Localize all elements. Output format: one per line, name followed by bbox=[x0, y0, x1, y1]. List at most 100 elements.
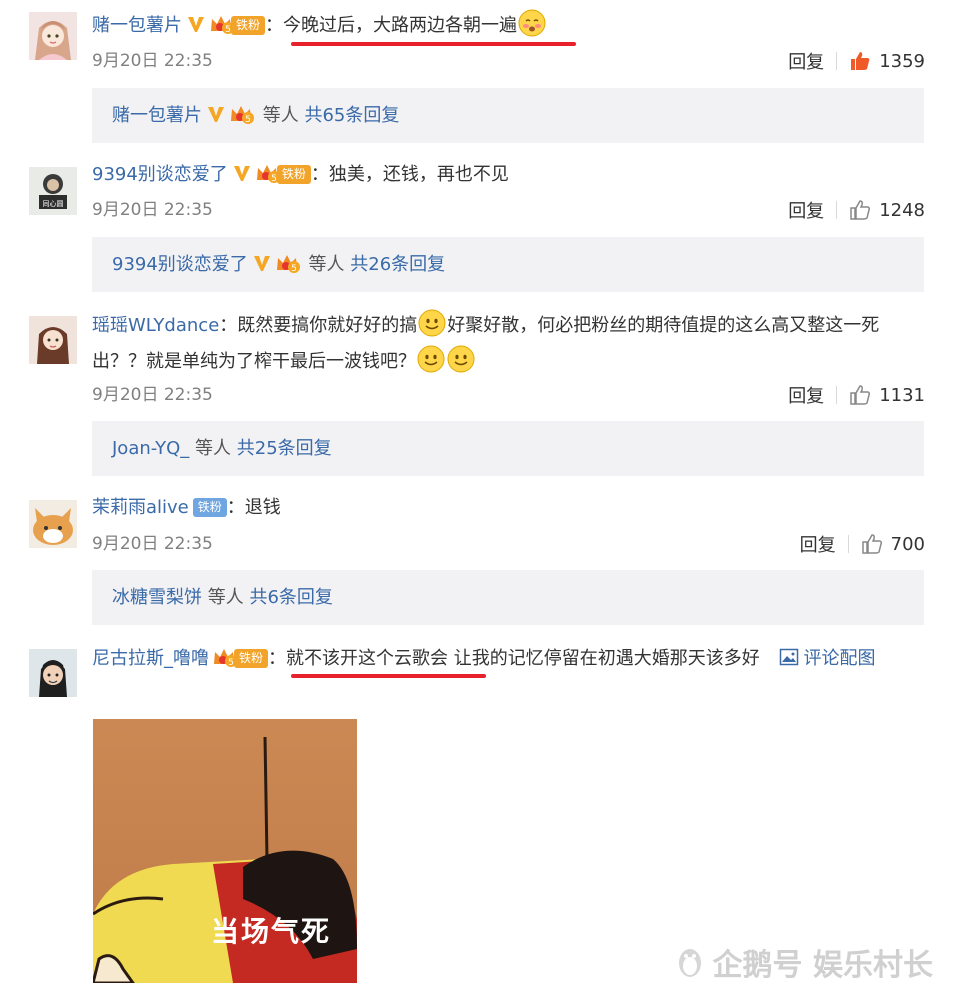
reply-button[interactable]: 回复 bbox=[800, 531, 836, 557]
comment-meta: 9月20日 22:35 回复 1248 bbox=[92, 195, 925, 225]
comment-actions: 回复 1248 bbox=[788, 195, 925, 225]
comment-body: 赌一包薯片 5 铁粉 ：今晚过后，大路两边各朝一遍 bbox=[92, 9, 915, 43]
watermark: 企鹅号 娱乐村长 bbox=[675, 940, 933, 984]
penguin-logo-icon bbox=[678, 949, 701, 977]
thumbs-up-icon bbox=[850, 200, 871, 220]
like-button[interactable]: 1131 bbox=[849, 384, 925, 406]
watermark-text: 企鹅号 娱乐村长 bbox=[712, 948, 933, 983]
comment-body: 茉莉雨alive 铁粉 ：退钱 bbox=[92, 491, 915, 525]
comment-actions: 回复 1359 bbox=[788, 46, 925, 76]
fan-level-badge: 5 铁粉 bbox=[209, 641, 269, 677]
fan-badge: 铁粉 bbox=[234, 649, 269, 668]
verified-v-icon bbox=[188, 17, 204, 32]
meme-caption: 当场气死 bbox=[211, 915, 332, 948]
image-icon bbox=[780, 648, 799, 666]
reply-count-link[interactable]: 共25条回复 bbox=[237, 438, 332, 459]
crown-level-icon: 5 bbox=[231, 106, 254, 125]
level-number: 5 bbox=[225, 25, 231, 35]
reply-count-link[interactable]: 共65条回复 bbox=[304, 105, 399, 126]
reply-button[interactable]: 回复 bbox=[788, 197, 824, 223]
comment-image-link[interactable]: 评论配图 bbox=[765, 648, 875, 669]
reply-button[interactable]: 回复 bbox=[788, 48, 824, 74]
thumbs-up-icon bbox=[861, 534, 882, 554]
comment-body: 瑶瑶WLYdance：既然要搞你就好好的搞 好聚好散，何必把粉丝的期待值提的这么高… bbox=[92, 308, 915, 380]
smile-emoji-icon bbox=[418, 309, 446, 337]
reply-suffix: 等人 bbox=[302, 254, 351, 275]
username-link[interactable]: 茉莉雨alive bbox=[92, 497, 189, 518]
avatar[interactable] bbox=[29, 12, 77, 60]
reply-suffix: 等人 bbox=[202, 587, 250, 608]
comment-time: 9月20日 22:35 bbox=[92, 200, 213, 220]
reply-suffix: 等人 bbox=[257, 105, 305, 126]
comment-time: 9月20日 22:35 bbox=[92, 385, 213, 405]
comment-actions: 回复 1131 bbox=[788, 380, 925, 410]
comment-text: ：退钱 bbox=[226, 497, 281, 518]
avatar[interactable] bbox=[29, 500, 77, 548]
smile-emoji-icon bbox=[417, 345, 445, 373]
reply-summary[interactable]: Joan-YQ_ 等人 共25条回复 bbox=[92, 421, 924, 476]
level-number: 5 bbox=[271, 174, 277, 184]
comment-time: 9月20日 22:35 bbox=[92, 534, 213, 554]
reply-user[interactable]: Joan-YQ_ bbox=[112, 438, 189, 459]
reply-button[interactable]: 回复 bbox=[788, 382, 824, 408]
like-count: 1131 bbox=[879, 384, 925, 406]
comment-body: 尼古拉斯_噜噜 5 铁粉 ：就不该开这个云歌会 让我的记忆停留在初遇大婚那天该多好 评… bbox=[92, 641, 915, 677]
red-underline bbox=[291, 674, 486, 678]
divider bbox=[836, 386, 838, 404]
smile-emoji-icon bbox=[447, 345, 475, 373]
reply-count-link[interactable]: 共6条回复 bbox=[249, 587, 332, 608]
like-count: 700 bbox=[890, 533, 925, 555]
blush-emoji-icon bbox=[518, 9, 546, 37]
divider bbox=[836, 52, 838, 70]
verified-v-icon bbox=[208, 107, 224, 122]
comment-text: ：独美，还钱，再也不见 bbox=[310, 164, 509, 185]
comment-text: ：就不该开这个云歌会 让我的记忆停留在初遇大婚那天该多好 bbox=[268, 648, 766, 669]
fan-badge: 铁粉 bbox=[231, 16, 266, 35]
verified-v-icon bbox=[233, 166, 250, 181]
avatar[interactable] bbox=[29, 649, 77, 697]
fan-level-badge: 5 铁粉 bbox=[206, 9, 266, 43]
image-link-label[interactable]: 评论配图 bbox=[803, 648, 875, 669]
username-link[interactable]: 瑶瑶WLYdance bbox=[92, 315, 219, 336]
like-button[interactable]: 1359 bbox=[849, 50, 925, 72]
like-count: 1248 bbox=[879, 199, 925, 221]
comment-meta: 9月20日 22:35 回复 1131 bbox=[92, 380, 925, 410]
divider bbox=[847, 535, 849, 553]
comment-text-cont: 好聚好散，何必把粉丝的期待值提的这么高又整这一死 bbox=[447, 315, 880, 336]
comment-time: 9月20日 22:35 bbox=[92, 51, 213, 71]
verified-v-icon bbox=[253, 256, 270, 271]
reply-summary[interactable]: 9394别谈恋爱了 5 等人 共26条回复 bbox=[92, 237, 924, 292]
fan-level-badge: 5 铁粉 bbox=[252, 158, 311, 192]
divider bbox=[836, 201, 838, 219]
svg-text:同心圆: 同心圆 bbox=[43, 200, 64, 208]
comment-image[interactable]: 当场气死 bbox=[93, 719, 357, 983]
reply-summary[interactable]: 赌一包薯片 5 等人 共65条回复 bbox=[92, 88, 924, 143]
comment-text: ：既然要搞你就好好的搞 bbox=[219, 315, 418, 336]
username-link[interactable]: 赌一包薯片 bbox=[92, 15, 182, 36]
comment-text-line2: 出？？就是单纯为了榨干最后一波钱吧？ bbox=[92, 351, 416, 372]
username-link[interactable]: 尼古拉斯_噜噜 bbox=[92, 648, 209, 669]
reply-suffix: 等人 bbox=[189, 438, 237, 459]
reply-user[interactable]: 赌一包薯片 bbox=[112, 105, 202, 126]
reply-summary[interactable]: 冰糖雪梨饼 等人 共6条回复 bbox=[92, 570, 924, 625]
comment-meta: 9月20日 22:35 回复 700 bbox=[92, 529, 925, 559]
reply-count-link[interactable]: 共26条回复 bbox=[350, 254, 445, 275]
thumbs-up-filled-icon bbox=[851, 52, 870, 70]
fan-badge: 铁粉 bbox=[276, 165, 311, 184]
level-number: 5 bbox=[228, 658, 234, 668]
avatar[interactable]: 同心圆 bbox=[29, 167, 77, 215]
username-link[interactable]: 9394别谈恋爱了 bbox=[92, 164, 228, 185]
like-button[interactable]: 1248 bbox=[849, 199, 925, 221]
crown-level-icon: 5 bbox=[276, 255, 300, 274]
comment-actions: 回复 700 bbox=[800, 529, 925, 559]
level-number: 5 bbox=[245, 115, 251, 125]
level-number: 5 bbox=[291, 264, 297, 274]
thumbs-up-icon bbox=[850, 385, 871, 405]
comment-text: ：今晚过后，大路两边各朝一遍 bbox=[265, 15, 518, 36]
avatar[interactable] bbox=[29, 316, 77, 364]
comment-meta: 9月20日 22:35 回复 1359 bbox=[92, 46, 925, 76]
fan-badge: 铁粉 bbox=[192, 498, 227, 517]
reply-user[interactable]: 9394别谈恋爱了 bbox=[112, 254, 248, 275]
reply-user[interactable]: 冰糖雪梨饼 bbox=[112, 587, 202, 608]
like-button[interactable]: 700 bbox=[861, 533, 925, 555]
